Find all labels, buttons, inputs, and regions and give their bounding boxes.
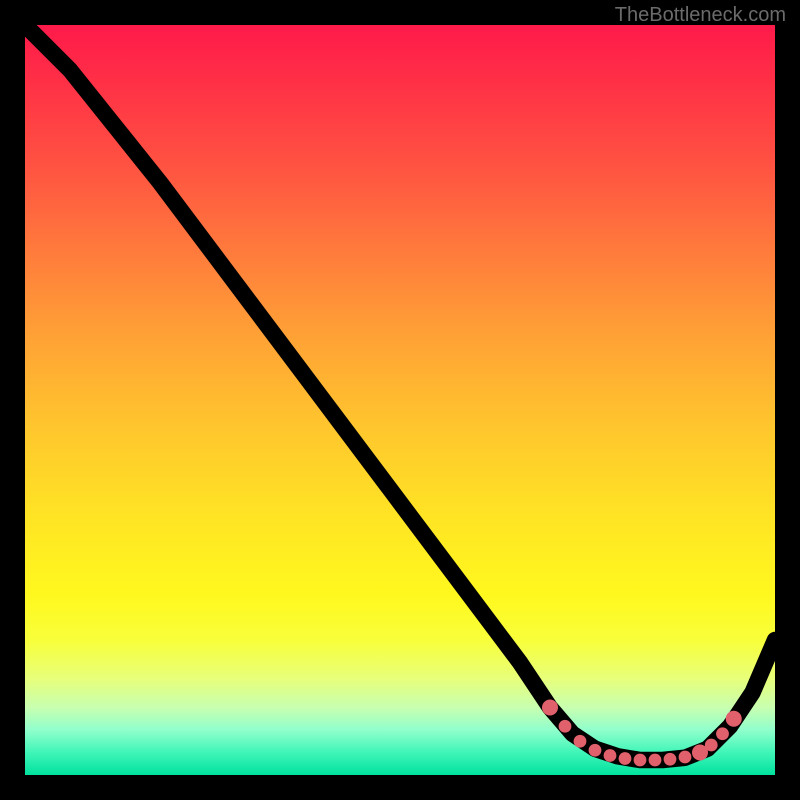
highlight-dot [604,749,617,762]
highlight-dot [649,754,662,767]
highlight-dot [542,699,558,715]
highlight-dot [679,751,692,764]
highlight-dot [589,744,602,757]
chart-svg [25,25,775,775]
watermark-text: TheBottleneck.com [615,4,786,27]
highlight-dot [619,752,632,765]
highlight-dot [559,720,572,733]
bottleneck-curve [25,25,775,760]
highlight-dot [705,739,718,752]
highlight-dot [726,711,742,727]
highlight-dot [574,735,587,748]
highlight-dot [664,753,677,766]
highlight-dot [634,754,647,767]
highlight-dot [716,727,729,740]
